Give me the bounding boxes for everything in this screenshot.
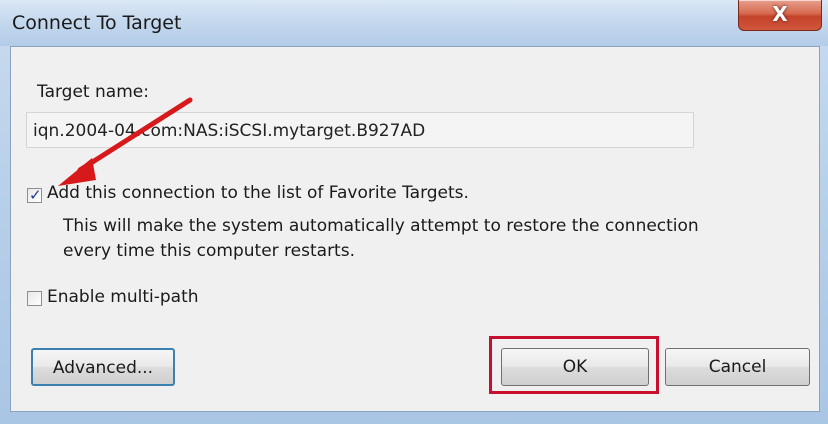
- dialog-body: Target name: iqn.2004-04.com:NAS:iSCSI.m…: [10, 46, 820, 412]
- window-title: Connect To Target: [12, 12, 182, 34]
- cancel-button[interactable]: Cancel: [665, 348, 810, 386]
- advanced-button[interactable]: Advanced...: [31, 348, 175, 386]
- multipath-checkbox[interactable]: [27, 291, 42, 306]
- ok-button[interactable]: OK: [501, 348, 649, 386]
- close-button[interactable]: X: [738, 0, 822, 31]
- multipath-label: Enable multi-path: [47, 287, 199, 307]
- close-icon: X: [772, 2, 788, 26]
- target-name-field[interactable]: iqn.2004-04.com:NAS:iSCSI.mytarget.B927A…: [26, 112, 694, 148]
- dialog-window: Connect To Target X Target name: iqn.200…: [0, 0, 828, 424]
- title-bar: Connect To Target X: [0, 0, 828, 46]
- target-name-label: Target name:: [37, 82, 149, 102]
- favorite-targets-label: Add this connection to the list of Favor…: [47, 183, 469, 203]
- favorite-targets-checkbox[interactable]: [27, 186, 42, 204]
- favorite-targets-description: This will make the system automatically …: [63, 216, 699, 261]
